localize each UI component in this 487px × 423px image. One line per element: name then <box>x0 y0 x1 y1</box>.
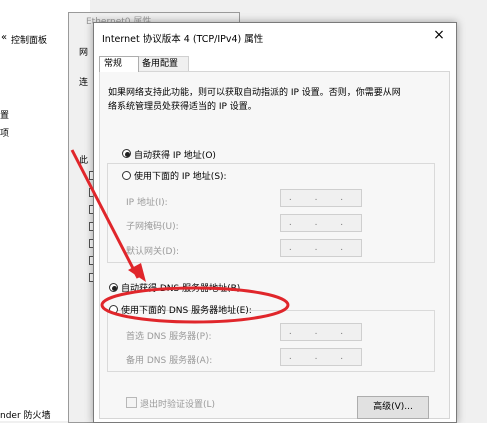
annotation-overlay <box>70 149 290 324</box>
annotation-ellipse <box>100 286 290 324</box>
annotation-arrow-line <box>70 149 140 279</box>
tab-general[interactable]: 常规 <box>99 56 139 72</box>
